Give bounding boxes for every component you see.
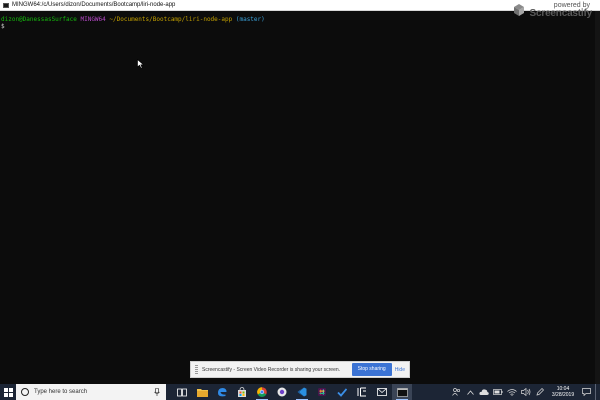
taskbar-app-slack[interactable]	[312, 384, 332, 400]
edge-icon	[218, 388, 227, 397]
clock-date: 3/28/2019	[551, 392, 575, 398]
taskbar-app-task-view[interactable]	[172, 384, 192, 400]
taskbar-clock[interactable]: 10:04 3/28/2019	[547, 386, 579, 398]
prompt-line: dizon@DanessasSurface MINGW64 ~/Document…	[1, 16, 265, 23]
chevron-up-icon[interactable]	[463, 384, 477, 400]
chrome-icon	[257, 387, 267, 397]
microphone-icon[interactable]	[154, 388, 160, 396]
battery-icon[interactable]	[491, 384, 505, 400]
screencastify-watermark: powered by Screencastify	[511, 2, 592, 19]
scrollbar[interactable]	[595, 11, 600, 384]
frame-icon	[357, 387, 366, 397]
taskbar-app-vscode[interactable]	[292, 384, 312, 400]
sharing-message: Screencastify - Screen Video Recorder is…	[202, 366, 341, 373]
taskbar-search-box[interactable]: Type here to search	[16, 384, 166, 400]
terminal-icon	[396, 387, 408, 397]
taskbar-app-file-explorer[interactable]	[192, 384, 212, 400]
slack-icon	[318, 388, 326, 396]
system-tray: 10:04 3/28/2019	[449, 384, 600, 400]
prompt-branch: (master)	[235, 16, 265, 23]
cloud-icon[interactable]	[477, 384, 491, 400]
task-view-icon	[177, 388, 187, 396]
wifi-icon[interactable]	[505, 384, 519, 400]
vscode-icon	[297, 387, 307, 397]
taskbar-app-framer[interactable]	[352, 384, 372, 400]
start-button[interactable]	[0, 384, 16, 400]
window-title: MINGW64:/c/Users/dizon/Documents/Bootcam…	[12, 2, 176, 8]
terminal-app-icon	[3, 2, 9, 8]
taskbar-app-store[interactable]	[232, 384, 252, 400]
taskbar-app-todo[interactable]	[332, 384, 352, 400]
notification-icon[interactable]	[579, 384, 593, 400]
mail-icon	[377, 388, 387, 396]
prompt-system: MINGW64	[80, 16, 106, 23]
hide-button[interactable]: Hide	[395, 367, 405, 373]
taskbar-app-github-desktop[interactable]	[272, 384, 292, 400]
search-placeholder: Type here to search	[34, 389, 88, 395]
terminal-area[interactable]: dizon@DanessasSurface MINGW64 ~/Document…	[0, 11, 600, 384]
stop-sharing-button[interactable]: Stop sharing	[351, 363, 392, 376]
people-icon[interactable]	[449, 384, 463, 400]
taskbar-app-git-bash[interactable]	[392, 384, 412, 400]
prompt-user-host: dizon@DanessasSurface	[1, 16, 77, 23]
taskbar-app-chrome[interactable]	[252, 384, 272, 400]
folder-icon	[196, 388, 208, 397]
checkmark-icon	[337, 388, 347, 397]
cortana-icon	[21, 388, 29, 396]
taskbar-app-mail[interactable]	[372, 384, 392, 400]
windows-logo-icon	[3, 387, 13, 397]
screencastify-logo-icon	[513, 3, 524, 16]
taskbar-apps	[172, 384, 412, 400]
drag-handle-icon[interactable]	[195, 365, 198, 374]
screen-sharing-bar: Screencastify - Screen Video Recorder is…	[190, 361, 410, 378]
watermark-brand: Screencastify	[529, 8, 593, 19]
show-desktop-button[interactable]	[595, 384, 600, 400]
taskbar-app-edge[interactable]	[212, 384, 232, 400]
prompt-path: ~/Documents/Bootcamp/liri-node-app	[109, 16, 233, 23]
github-icon	[277, 387, 287, 397]
mouse-pointer-icon	[137, 59, 145, 69]
volume-icon[interactable]	[519, 384, 533, 400]
pen-icon[interactable]	[533, 384, 547, 400]
input-line[interactable]: $	[1, 23, 5, 30]
store-icon	[238, 387, 246, 397]
taskbar: Type here to search 10:04 3/28/2019	[0, 384, 600, 400]
